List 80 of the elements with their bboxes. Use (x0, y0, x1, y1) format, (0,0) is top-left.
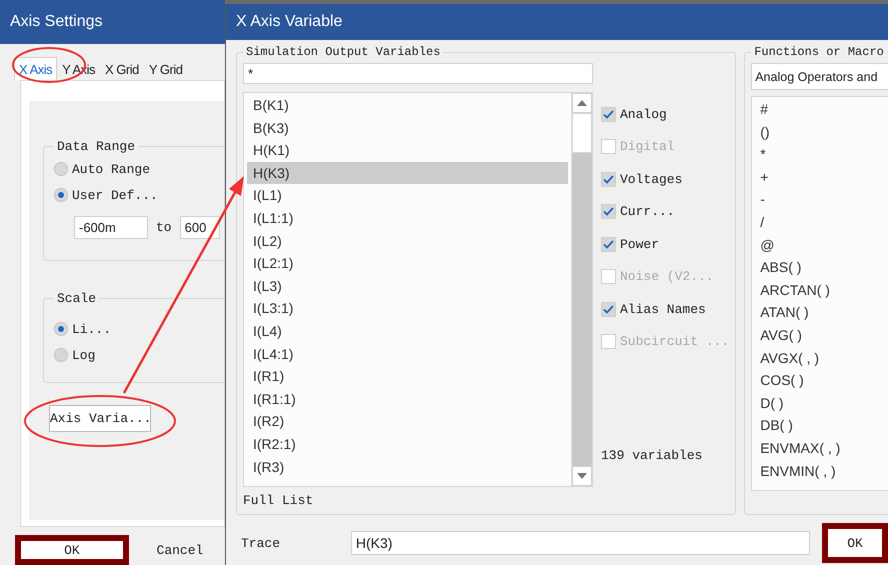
checkbox[interactable] (601, 106, 616, 122)
variable-count: 139 variables (601, 448, 704, 463)
list-item[interactable]: I(L3:1) (247, 297, 568, 320)
list-item[interactable]: ATAN( ) (760, 301, 888, 324)
checkbox[interactable] (601, 236, 616, 252)
scroll-thumb[interactable] (572, 113, 592, 153)
input-field[interactable]: 600 (180, 216, 220, 239)
tab[interactable]: X Axis (14, 57, 58, 80)
radio-label: User Def... (72, 188, 158, 202)
list-item[interactable]: + (760, 166, 888, 188)
list-item[interactable]: / (760, 210, 888, 234)
ok-button[interactable]: OK (15, 535, 129, 565)
list-item[interactable]: I(L1) (247, 184, 568, 207)
category-dropdown[interactable]: Analog Operators and (751, 63, 888, 90)
list-item[interactable]: I(L4:1) (247, 342, 568, 366)
list-item[interactable]: - (760, 188, 888, 211)
checkbox-label: Analog (620, 106, 667, 122)
filter-field[interactable]: * (243, 63, 593, 84)
list-item[interactable]: I(L1:1) (247, 206, 568, 230)
list-item[interactable]: I(R3) (247, 456, 568, 478)
list-item[interactable]: I(R2) (247, 410, 568, 433)
list-item[interactable]: I(R2:1) (247, 432, 568, 456)
group-title: Scale (56, 291, 98, 306)
checkbox[interactable] (601, 172, 616, 187)
scroll-down-icon (577, 473, 587, 479)
radio-label: Auto Range (72, 162, 150, 176)
checkbox-label: Alias Names (620, 302, 706, 317)
tab[interactable]: X Grid (100, 57, 144, 80)
list-item[interactable]: AVG( ) (760, 324, 888, 347)
list-item[interactable]: * (760, 143, 888, 166)
scroll-up-icon (577, 100, 587, 106)
list-item[interactable]: I(R1:1) (247, 388, 568, 410)
list-item[interactable]: AVGX( , ) (760, 346, 888, 370)
checkbox-label: Curr... (620, 204, 675, 220)
radio-label: Li... (72, 322, 112, 336)
window-title: X Axis Variable (236, 13, 342, 31)
checkbox-label: Noise (V2... (620, 269, 714, 284)
list-item[interactable]: I(R1) (247, 365, 568, 388)
list-item[interactable]: COS( ) (760, 369, 888, 392)
list-item[interactable]: D( ) (760, 392, 888, 414)
list-item[interactable]: H(K3) (247, 162, 568, 184)
checkbox[interactable] (601, 302, 616, 317)
ok-button[interactable]: OK (822, 523, 888, 563)
field-label: Trace (241, 536, 282, 550)
list-item[interactable]: H(K1) (247, 139, 568, 162)
axis-variable-button[interactable]: Axis Varia... (49, 405, 151, 432)
list-item[interactable]: # (760, 98, 888, 121)
list-item[interactable]: B(K3) (247, 116, 568, 140)
radio-button[interactable] (54, 188, 68, 202)
list-item[interactable]: DB( ) (760, 414, 888, 437)
tab[interactable]: Y Grid (144, 57, 188, 80)
input-field[interactable]: -600m (74, 216, 148, 239)
list-item[interactable]: ARCTAN( ) (760, 278, 888, 302)
list-item[interactable]: I(L2:1) (247, 252, 568, 275)
range-separator: to (156, 220, 172, 235)
list-item[interactable]: ENVMAX( , ) (760, 436, 888, 460)
checkbox-label: Subcircuit ... (620, 334, 730, 350)
list-item[interactable]: B(K1) (247, 94, 568, 117)
list-item[interactable]: I(L4) (247, 320, 568, 343)
checkbox-label: Power (620, 236, 660, 252)
list-item[interactable]: ABS( ) (760, 256, 888, 279)
radio-button[interactable] (54, 348, 68, 362)
group-title: Simulation Output Variables (245, 45, 442, 59)
radio-button[interactable] (54, 162, 68, 176)
checkbox-label: Digital (620, 139, 675, 154)
list-mode-label: Full List (243, 493, 314, 508)
list-item[interactable]: @ (760, 234, 888, 256)
list-item[interactable]: ENVMIN( , ) (760, 460, 888, 482)
checkbox-label: Voltages (620, 172, 682, 187)
list-item[interactable]: I(L2) (247, 230, 568, 252)
window-title: Axis Settings (10, 13, 102, 31)
list-item[interactable]: () (760, 120, 888, 144)
group-title: Data Range (56, 139, 136, 154)
radio-button[interactable] (54, 322, 68, 336)
group-title: Functions or Macro (753, 45, 885, 59)
checkbox[interactable] (601, 204, 616, 220)
radio-label: Log (72, 348, 96, 362)
trace-field[interactable]: H(K3) (350, 531, 810, 555)
scrollbar[interactable] (571, 93, 592, 486)
list-item[interactable]: I(L3) (247, 274, 568, 298)
